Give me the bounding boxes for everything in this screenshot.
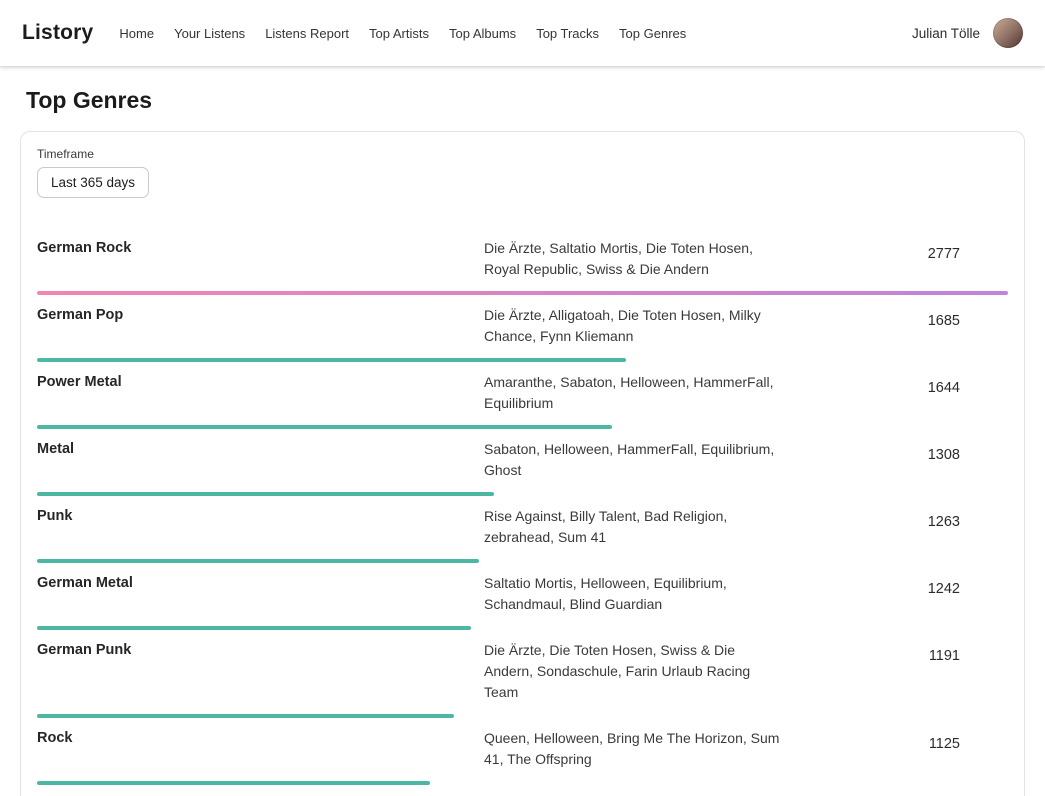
page-title: Top Genres xyxy=(26,87,1021,114)
user-area: Julian Tölle xyxy=(912,18,1023,48)
genre-row: Metal Sabaton, Helloween, HammerFall, Eq… xyxy=(37,429,1008,496)
nav-item-top-genres[interactable]: Top Genres xyxy=(619,26,686,41)
genre-count: 1242 xyxy=(800,573,1008,615)
timeframe-select[interactable]: Last 365 days xyxy=(37,167,149,198)
genre-count: 1263 xyxy=(800,506,1008,548)
genre-name: German Punk xyxy=(37,640,468,703)
timeframe-label: Timeframe xyxy=(37,147,1008,161)
main-nav: Home Your Listens Listens Report Top Artist… xyxy=(119,26,686,41)
genre-count: 1125 xyxy=(800,728,1008,770)
genre-row: German Pop Die Ärzte, Alligatoah, Die To… xyxy=(37,295,1008,362)
nav-item-top-albums[interactable]: Top Albums xyxy=(449,26,516,41)
nav-item-listens-report[interactable]: Listens Report xyxy=(265,26,349,41)
genre-row: Medieval Rock Saltatio Mortis, Feuerschw… xyxy=(37,785,1008,796)
top-bar: Listory Home Your Listens Listens Report To… xyxy=(0,0,1045,66)
genre-name: Rock xyxy=(37,728,468,770)
nav-item-home[interactable]: Home xyxy=(119,26,154,41)
genre-row: German Rock Die Ärzte, Saltatio Mortis, … xyxy=(37,228,1008,295)
genre-name: Punk xyxy=(37,506,468,548)
genre-count: 1308 xyxy=(800,439,1008,481)
genre-artists: Die Ärzte, Alligatoah, Die Toten Hosen, … xyxy=(484,305,784,347)
genre-row: Power Metal Amaranthe, Sabaton, Hellowee… xyxy=(37,362,1008,429)
genre-name: Power Metal xyxy=(37,372,468,414)
nav-item-your-listens[interactable]: Your Listens xyxy=(174,26,245,41)
genre-artists: Saltatio Mortis, Helloween, Equilibrium,… xyxy=(484,573,784,615)
genre-name: Metal xyxy=(37,439,468,481)
genre-name: German Pop xyxy=(37,305,468,347)
nav-item-top-artists[interactable]: Top Artists xyxy=(369,26,429,41)
genre-count: 1644 xyxy=(800,372,1008,414)
genre-count: 2777 xyxy=(800,238,1008,280)
genre-row: Rock Queen, Helloween, Bring Me The Hori… xyxy=(37,718,1008,785)
genre-artists: Rise Against, Billy Talent, Bad Religion… xyxy=(484,506,784,548)
genre-artists: Die Ärzte, Saltatio Mortis, Die Toten Ho… xyxy=(484,238,784,280)
genre-count: 1191 xyxy=(800,640,1008,703)
genre-name: German Rock xyxy=(37,238,468,280)
nav-item-top-tracks[interactable]: Top Tracks xyxy=(536,26,599,41)
genre-artists: Die Ärzte, Die Toten Hosen, Swiss & Die … xyxy=(484,640,784,703)
genre-artists: Queen, Helloween, Bring Me The Horizon, … xyxy=(484,728,784,770)
page: Top Genres Timeframe Last 365 days Germa… xyxy=(0,87,1045,796)
user-name[interactable]: Julian Tölle xyxy=(912,26,980,41)
top-genres-card: Timeframe Last 365 days German Rock Die … xyxy=(20,131,1025,796)
genre-artists: Amaranthe, Sabaton, Helloween, HammerFal… xyxy=(484,372,784,414)
genre-row: Punk Rise Against, Billy Talent, Bad Rel… xyxy=(37,496,1008,563)
genre-row: German Punk Die Ärzte, Die Toten Hosen, … xyxy=(37,630,1008,718)
genre-artists: Sabaton, Helloween, HammerFall, Equilibr… xyxy=(484,439,784,481)
genre-name: German Metal xyxy=(37,573,468,615)
genre-table: German Rock Die Ärzte, Saltatio Mortis, … xyxy=(37,228,1008,796)
app-logo[interactable]: Listory xyxy=(22,21,93,45)
genre-count: 1685 xyxy=(800,305,1008,347)
avatar[interactable] xyxy=(993,18,1023,48)
genre-row: German Metal Saltatio Mortis, Helloween,… xyxy=(37,563,1008,630)
